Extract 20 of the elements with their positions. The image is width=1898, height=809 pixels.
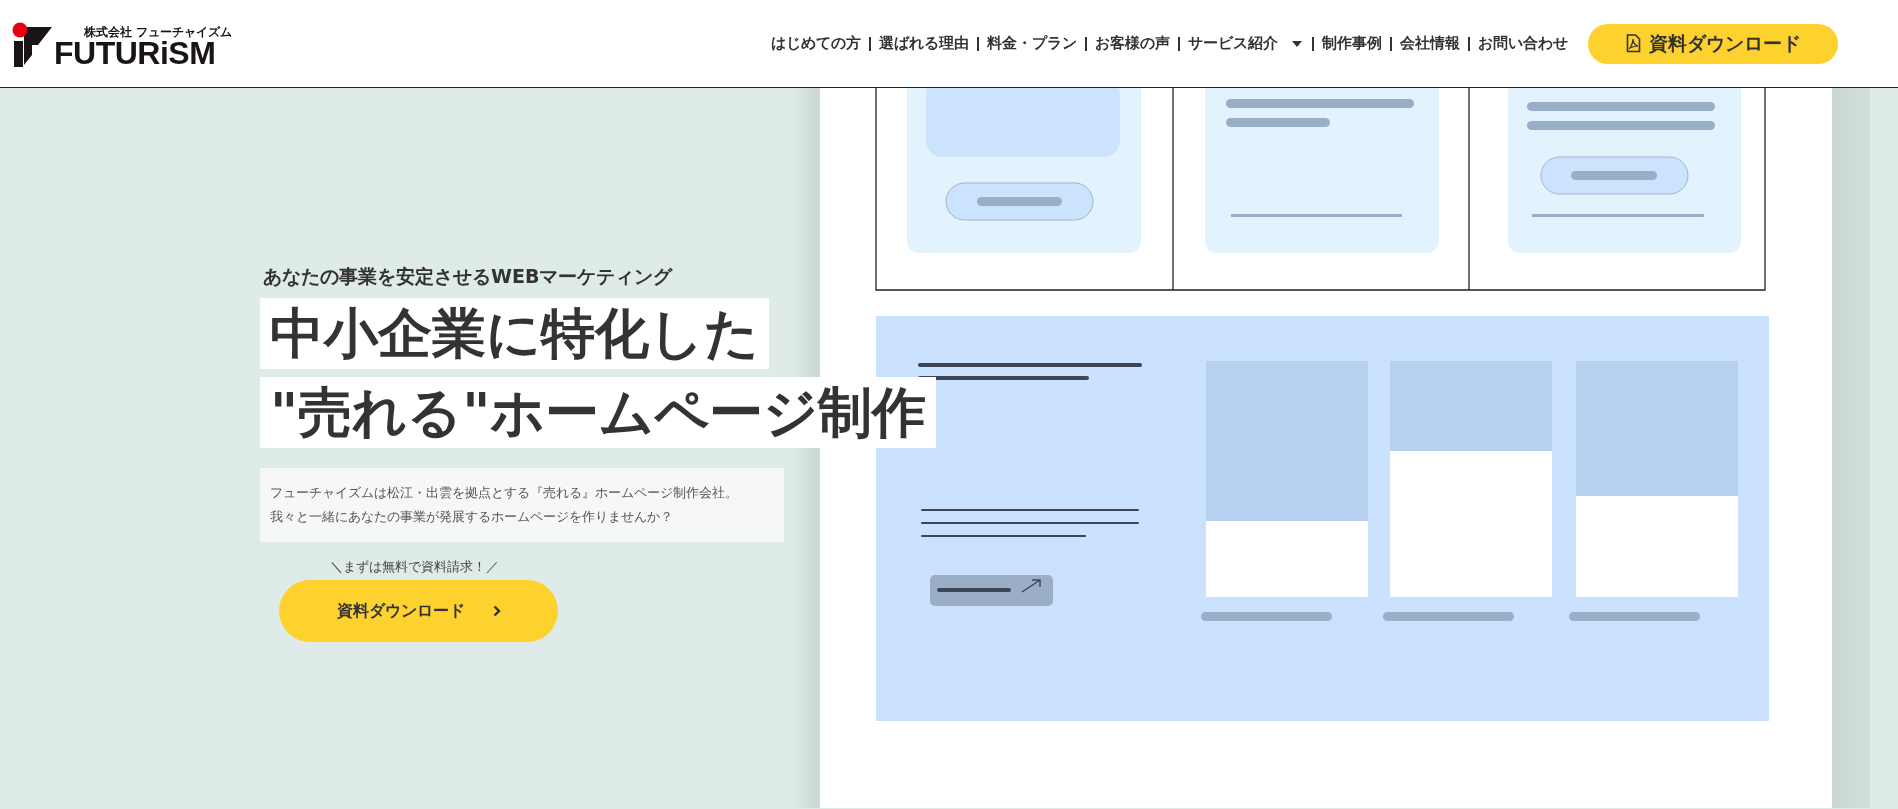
nav-link[interactable]: はじめての方 bbox=[771, 34, 861, 53]
chevron-right-icon bbox=[492, 605, 501, 617]
nav-link[interactable]: お問い合わせ bbox=[1478, 34, 1568, 53]
download-button[interactable]: 資料ダウンロード bbox=[1588, 23, 1838, 64]
hero-headline: 中小企業に特化した bbox=[260, 298, 769, 369]
hero-headline: "売れる"ホームページ制作 bbox=[260, 377, 937, 448]
download-button[interactable]: 資料ダウンロード bbox=[279, 580, 558, 642]
hero-tagline: あなたの事業を安定させるWEBマーケティング bbox=[263, 264, 674, 289]
company-name: 株式会社 フューチャイズム bbox=[83, 24, 233, 39]
logo-mark-icon bbox=[12, 20, 52, 67]
nav-link[interactable]: サービス紹介 bbox=[1188, 34, 1304, 53]
nav-link[interactable]: 会社情報 bbox=[1400, 34, 1460, 53]
logo-wordmark: FUTURiSM bbox=[54, 38, 216, 67]
nav-link[interactable]: 料金・プラン bbox=[987, 34, 1077, 53]
nav-link[interactable]: お客様の声 bbox=[1095, 34, 1170, 53]
cta-note: ＼まずは無料で資料請求！／ bbox=[330, 558, 500, 576]
nav-link[interactable]: 制作事例 bbox=[1322, 34, 1382, 53]
intro-paragraph: フューチャイズムは松江・出雲を拠点とする『売れる』ホームページ制作会社。 我々と一緒にあなたの事業が発展するホームページを作りませんか？ bbox=[260, 468, 784, 542]
pdf-file-icon bbox=[1625, 34, 1641, 53]
nav-link[interactable]: 選ばれる理由 bbox=[879, 34, 969, 53]
